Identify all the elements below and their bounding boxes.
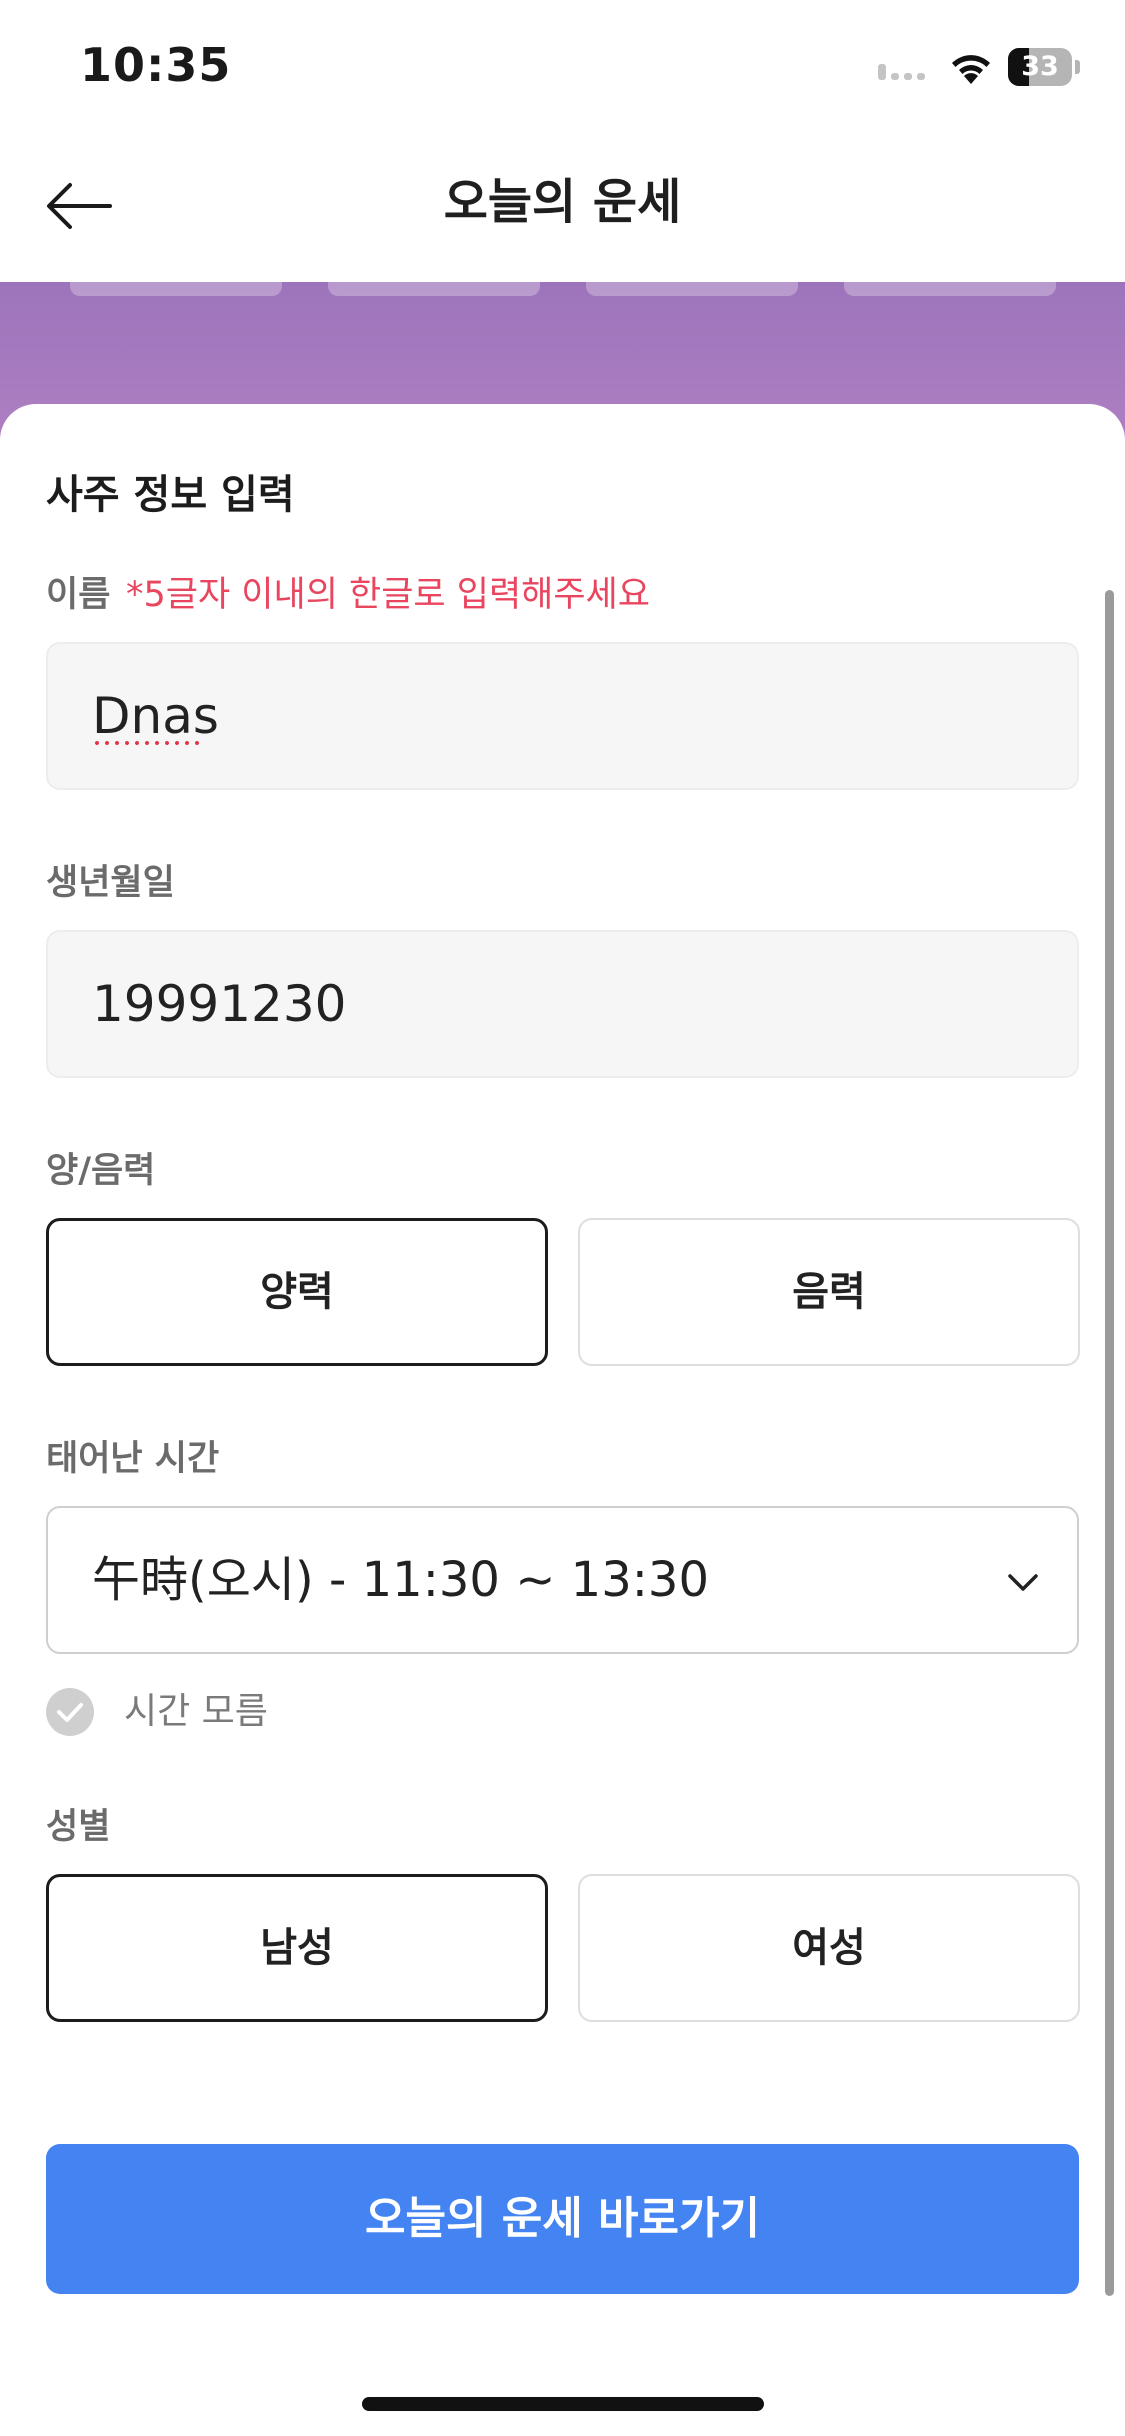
tab-chip — [70, 282, 282, 296]
male-button[interactable]: 남성 — [46, 1874, 548, 2022]
status-bar: 10:35 33 — [0, 0, 1125, 140]
solar-button[interactable]: 양력 — [46, 1218, 548, 1366]
arrow-left-icon — [47, 183, 112, 229]
submit-button[interactable]: 오늘의 운세 바로가기 — [46, 2144, 1079, 2294]
scrollbar[interactable] — [1105, 590, 1114, 2296]
wifi-icon — [952, 55, 990, 84]
battery-icon: 33 — [1008, 48, 1080, 86]
back-button[interactable] — [36, 162, 124, 250]
lunar-button[interactable]: 음력 — [578, 1218, 1080, 1366]
name-hint: *5글자 이내의 한글로 입력해주세요 — [126, 575, 650, 615]
home-indicator[interactable] — [362, 2397, 764, 2411]
chevron-down-icon — [1008, 1574, 1038, 1591]
signal-icon — [878, 64, 936, 80]
birth-time-select[interactable]: 午時(오시) - 11:30 ~ 13:30 — [46, 1506, 1079, 1654]
calendar-label: 양/음력 — [46, 1151, 156, 1191]
page-title: 오늘의 운세 — [443, 174, 682, 230]
tab-chip — [328, 282, 540, 296]
birth-label: 생년월일 — [46, 863, 175, 903]
birthdate-input[interactable]: 19991230 — [46, 930, 1079, 1078]
birth-time-value: 午時(오시) - 11:30 ~ 13:30 — [92, 1552, 710, 1608]
section-title: 사주 정보 입력 — [46, 472, 295, 518]
name-input[interactable]: Dnas — [46, 642, 1079, 790]
screen: 10:35 33 오늘의 운세 사주 정보 입력 이름 *5글자 이내의 한글로… — [0, 0, 1125, 2436]
tab-chip — [844, 282, 1056, 296]
time-unknown-label: 시간 모름 — [124, 1691, 268, 1732]
name-label: 이름 — [46, 575, 111, 615]
spellcheck-underline — [92, 740, 202, 746]
birthdate-input-value: 19991230 — [92, 975, 347, 1033]
check-circle-icon — [46, 1688, 94, 1736]
female-button[interactable]: 여성 — [578, 1874, 1080, 2022]
battery-percent: 33 — [1021, 51, 1059, 82]
nav-bar: 오늘의 운세 — [0, 140, 1125, 282]
name-input-value: Dnas — [92, 687, 219, 745]
tab-chip — [586, 282, 798, 296]
birth-time-label: 태어난 시간 — [46, 1439, 220, 1479]
status-time: 10:35 — [80, 38, 232, 92]
gender-label: 성별 — [46, 1807, 111, 1847]
